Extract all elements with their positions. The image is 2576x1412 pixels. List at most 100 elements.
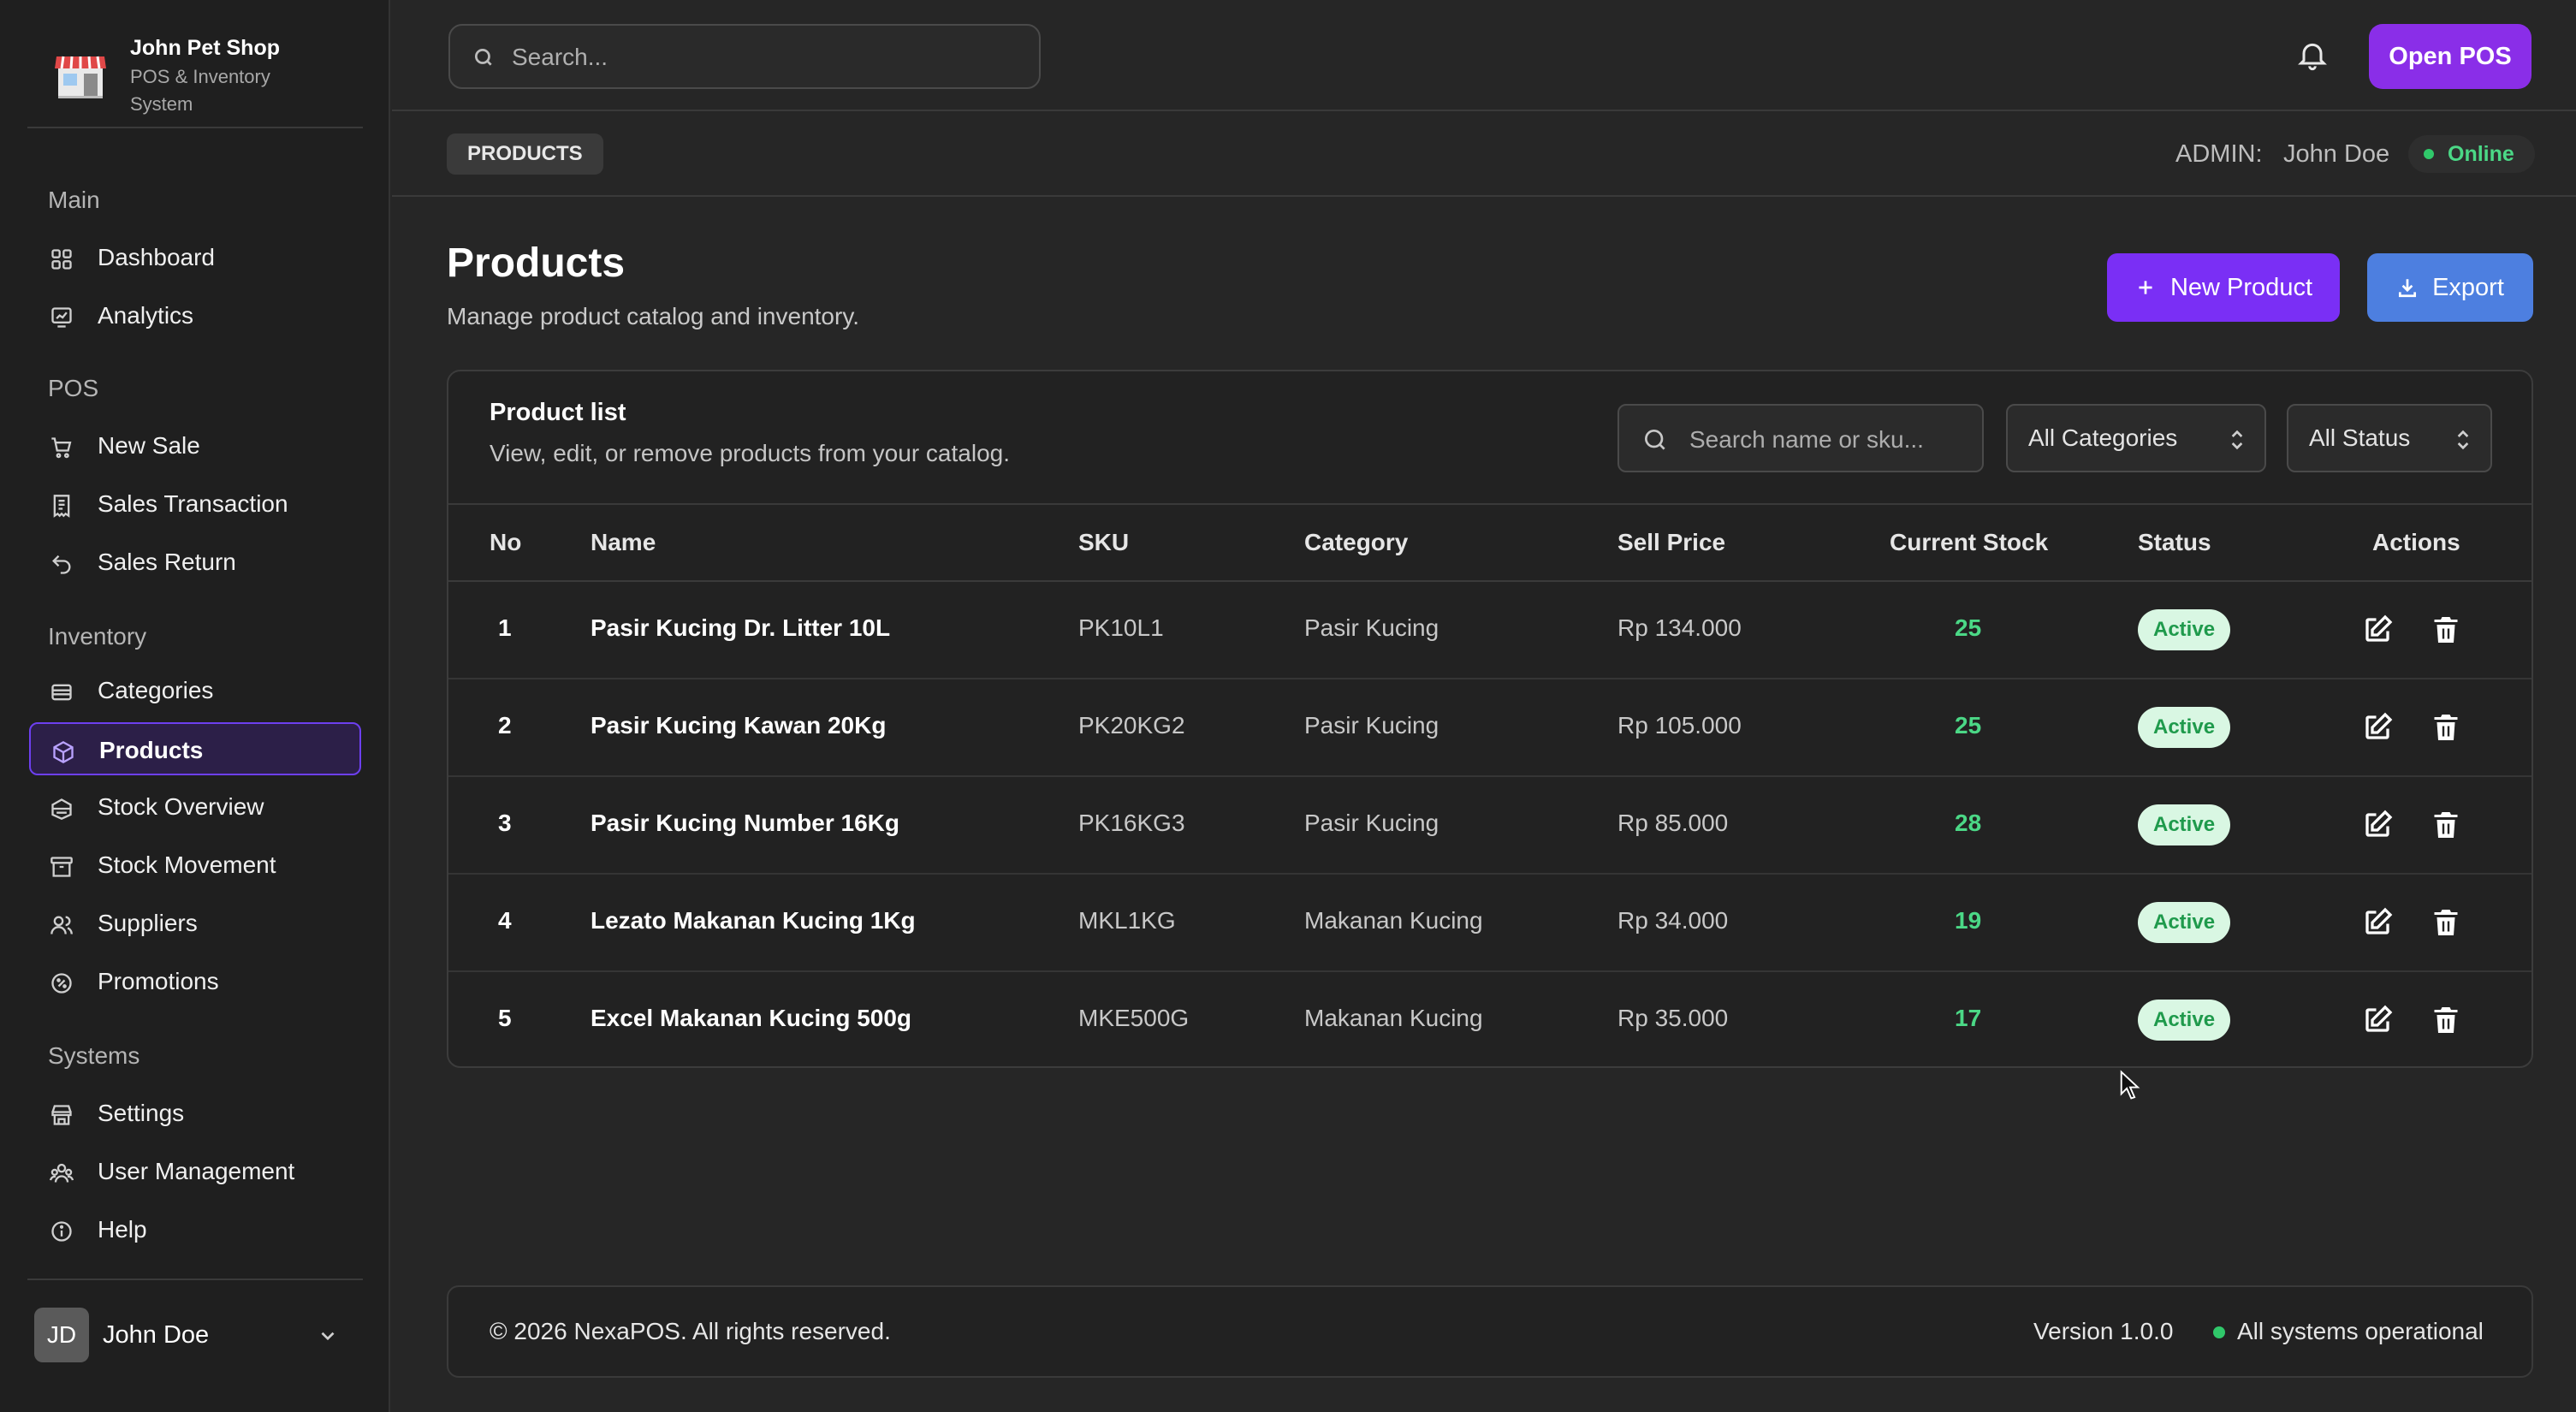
column-header-no: No <box>490 529 522 555</box>
plus-icon <box>2139 281 2152 294</box>
row-no: 5 <box>498 1005 512 1031</box>
sidebar-item-user-management[interactable]: User Management <box>29 1145 361 1198</box>
sidebar-item-analytics[interactable]: Analytics <box>29 289 361 342</box>
column-header-actions: Actions <box>2372 529 2460 555</box>
product-list-card: Product list View, edit, or remove produ… <box>447 370 2533 1068</box>
edit-icon[interactable] <box>2362 907 2393 938</box>
sidebar-item-sales-transaction[interactable]: Sales Transaction <box>29 478 361 531</box>
global-search[interactable] <box>448 24 1041 89</box>
footer-system-status: All systems operational <box>2237 1318 2484 1344</box>
percent-badge-icon <box>51 973 72 994</box>
row-no: 3 <box>498 810 512 836</box>
edit-icon[interactable] <box>2362 712 2393 743</box>
users-icon <box>50 916 73 934</box>
footer: © 2026 NexaPOS. All rights reserved. Ver… <box>447 1285 2533 1378</box>
user-group-icon <box>50 1163 74 1183</box>
chevron-down-icon[interactable] <box>317 1325 339 1347</box>
nav-section-inventory: Inventory <box>48 623 147 650</box>
row-price: Rp 35.000 <box>1617 1005 1729 1031</box>
export-button[interactable]: Export <box>2367 253 2533 322</box>
edit-icon[interactable] <box>2362 1005 2393 1035</box>
export-label: Export <box>2432 273 2504 301</box>
status-badge: Active <box>2138 804 2231 845</box>
analytics-icon <box>51 307 72 328</box>
footer-copyright: © 2026 NexaPOS. All rights reserved. <box>490 1318 891 1344</box>
row-category: Makanan Kucing <box>1304 907 1483 934</box>
status-badge: Active <box>2138 609 2231 650</box>
row-stock: 28 <box>1955 810 1982 836</box>
new-product-button[interactable]: New Product <box>2107 253 2340 322</box>
status-filter-select[interactable]: All Status <box>2287 404 2492 472</box>
sidebar-divider <box>27 1279 363 1280</box>
sidebar-item-label: Promotions <box>98 968 219 994</box>
nav-section-main: Main <box>48 187 100 213</box>
categories-icon <box>51 684 72 701</box>
sidebar-item-stock-movement[interactable]: Stock Movement <box>29 839 361 892</box>
sidebar-item-dashboard[interactable]: Dashboard <box>29 231 361 284</box>
row-category: Makanan Kucing <box>1304 1005 1483 1031</box>
product-search[interactable] <box>1617 404 1984 472</box>
trash-icon[interactable] <box>2431 1005 2461 1035</box>
sidebar-item-promotions[interactable]: Promotions <box>29 955 361 1008</box>
sidebar-item-label: Stock Movement <box>98 851 276 878</box>
row-stock: 19 <box>1955 907 1982 934</box>
sidebar-item-stock-overview[interactable]: Stock Overview <box>29 780 361 834</box>
app-root: John Pet Shop POS & Inventory System Mai… <box>0 0 2576 1412</box>
store-icon <box>51 1105 72 1125</box>
sidebar-item-label: Analytics <box>98 302 194 329</box>
sidebar-item-label: Settings <box>98 1100 185 1126</box>
product-search-input[interactable] <box>1688 423 1974 457</box>
search-icon <box>1645 429 1665 450</box>
sidebar-item-label: Products <box>99 737 204 763</box>
sidebar-item-label: User Management <box>98 1158 295 1184</box>
row-sku: PK16KG3 <box>1078 810 1185 836</box>
sidebar-item-label: Sales Transaction <box>98 490 288 517</box>
trash-icon[interactable] <box>2431 712 2461 743</box>
sidebar-item-categories[interactable]: Categories <box>29 664 361 717</box>
edit-icon[interactable] <box>2362 810 2393 840</box>
category-filter-value: All Categories <box>2028 424 2178 451</box>
trash-icon[interactable] <box>2431 907 2461 938</box>
row-price: Rp 134.000 <box>1617 614 1742 641</box>
row-sku: PK10L1 <box>1078 614 1164 641</box>
row-name: Lezato Makanan Kucing 1Kg <box>591 907 916 934</box>
sidebar-item-label: Categories <box>98 677 214 703</box>
column-header-category: Category <box>1304 529 1409 555</box>
footer-version: Version 1.0.0 <box>2033 1318 2174 1344</box>
user-name: John Doe <box>103 1321 210 1349</box>
row-stock: 25 <box>1955 614 1982 641</box>
sidebar-item-settings[interactable]: Settings <box>29 1087 361 1140</box>
category-filter-select[interactable]: All Categories <box>2006 404 2266 472</box>
trash-icon[interactable] <box>2431 614 2461 645</box>
row-name: Excel Makanan Kucing 500g <box>591 1005 912 1031</box>
trash-icon[interactable] <box>2431 810 2461 840</box>
return-icon <box>52 555 71 574</box>
notification-bell-icon[interactable] <box>2295 38 2330 72</box>
column-header-current-stock: Current Stock <box>1890 529 2049 555</box>
cart-icon <box>51 437 72 459</box>
row-no: 4 <box>498 907 512 934</box>
row-price: Rp 105.000 <box>1617 712 1742 739</box>
status-badge: Active <box>2138 1000 2231 1041</box>
mouse-cursor-icon <box>2120 1070 2140 1100</box>
status-dot <box>2424 149 2434 159</box>
page-title: Products <box>447 240 626 286</box>
download-icon <box>2399 279 2417 298</box>
sidebar-item-label: Stock Overview <box>98 793 264 820</box>
sidebar-item-products[interactable]: Products <box>29 722 361 775</box>
table-row: 3 Pasir Kucing Number 16Kg PK16KG3 Pasir… <box>448 777 2531 875</box>
sidebar-item-new-sale[interactable]: New Sale <box>29 419 361 472</box>
row-sku: MKL1KG <box>1078 907 1176 934</box>
sidebar-item-suppliers[interactable]: Suppliers <box>29 897 361 950</box>
open-pos-button[interactable]: Open POS <box>2369 24 2531 89</box>
sidebar-item-sales-return[interactable]: Sales Return <box>29 536 361 589</box>
edit-icon[interactable] <box>2362 614 2393 645</box>
user-menu[interactable]: JD John Doe <box>34 1308 363 1362</box>
global-search-input[interactable] <box>510 39 1027 75</box>
breadcrumb: PRODUCTS <box>447 133 603 175</box>
row-price: Rp 34.000 <box>1617 907 1729 934</box>
sidebar-item-help[interactable]: Help <box>29 1203 361 1256</box>
row-sku: MKE500G <box>1078 1005 1190 1031</box>
row-name: Pasir Kucing Kawan 20Kg <box>591 712 887 739</box>
sidebar-item-label: Help <box>98 1216 147 1243</box>
